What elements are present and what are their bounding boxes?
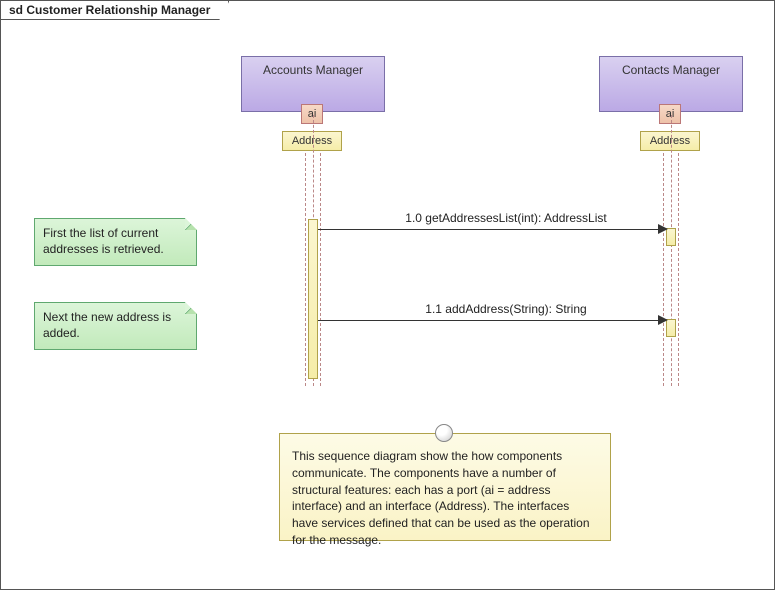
interface-contacts: Address (640, 131, 700, 151)
frame-title-tab: sd Customer Relationship Manager (1, 1, 229, 21)
port-contacts: ai (659, 104, 681, 124)
note-2: Next the new address is added. (34, 302, 197, 350)
message-label-2: 1.1 addAddress(String): String (371, 302, 641, 316)
message-label-1: 1.0 getAddressesList(int): AddressList (361, 211, 651, 225)
diagram-canvas: sd Customer Relationship Manager Account… (0, 0, 775, 590)
note-2-text: Next the new address is added. (43, 310, 171, 340)
frame-title: sd Customer Relationship Manager (1, 1, 229, 20)
info-icon (435, 424, 453, 442)
component-contacts-label: Contacts Manager (600, 57, 742, 77)
lifeline-dash (320, 153, 321, 386)
interface-accounts: Address (282, 131, 342, 151)
message-line-2 (318, 320, 666, 321)
lifeline-dash (678, 153, 679, 386)
arrow-head-icon (658, 224, 668, 234)
note-1-text: First the list of current addresses is r… (43, 226, 164, 256)
info-note: This sequence diagram show the how compo… (279, 433, 611, 541)
arrow-head-icon (658, 315, 668, 325)
component-accounts-label: Accounts Manager (242, 57, 384, 77)
activation-accounts (308, 219, 318, 379)
message-line-1 (318, 229, 666, 230)
lifeline-dash (663, 153, 664, 386)
port-accounts: ai (301, 104, 323, 124)
lifeline-contacts: Contacts Manager ai Address (599, 56, 743, 112)
lifeline-accounts: Accounts Manager ai Address (241, 56, 385, 112)
lifeline-dash (305, 153, 306, 386)
note-1: First the list of current addresses is r… (34, 218, 197, 266)
info-note-text: This sequence diagram show the how compo… (292, 449, 590, 547)
lifeline-dash (671, 115, 672, 386)
